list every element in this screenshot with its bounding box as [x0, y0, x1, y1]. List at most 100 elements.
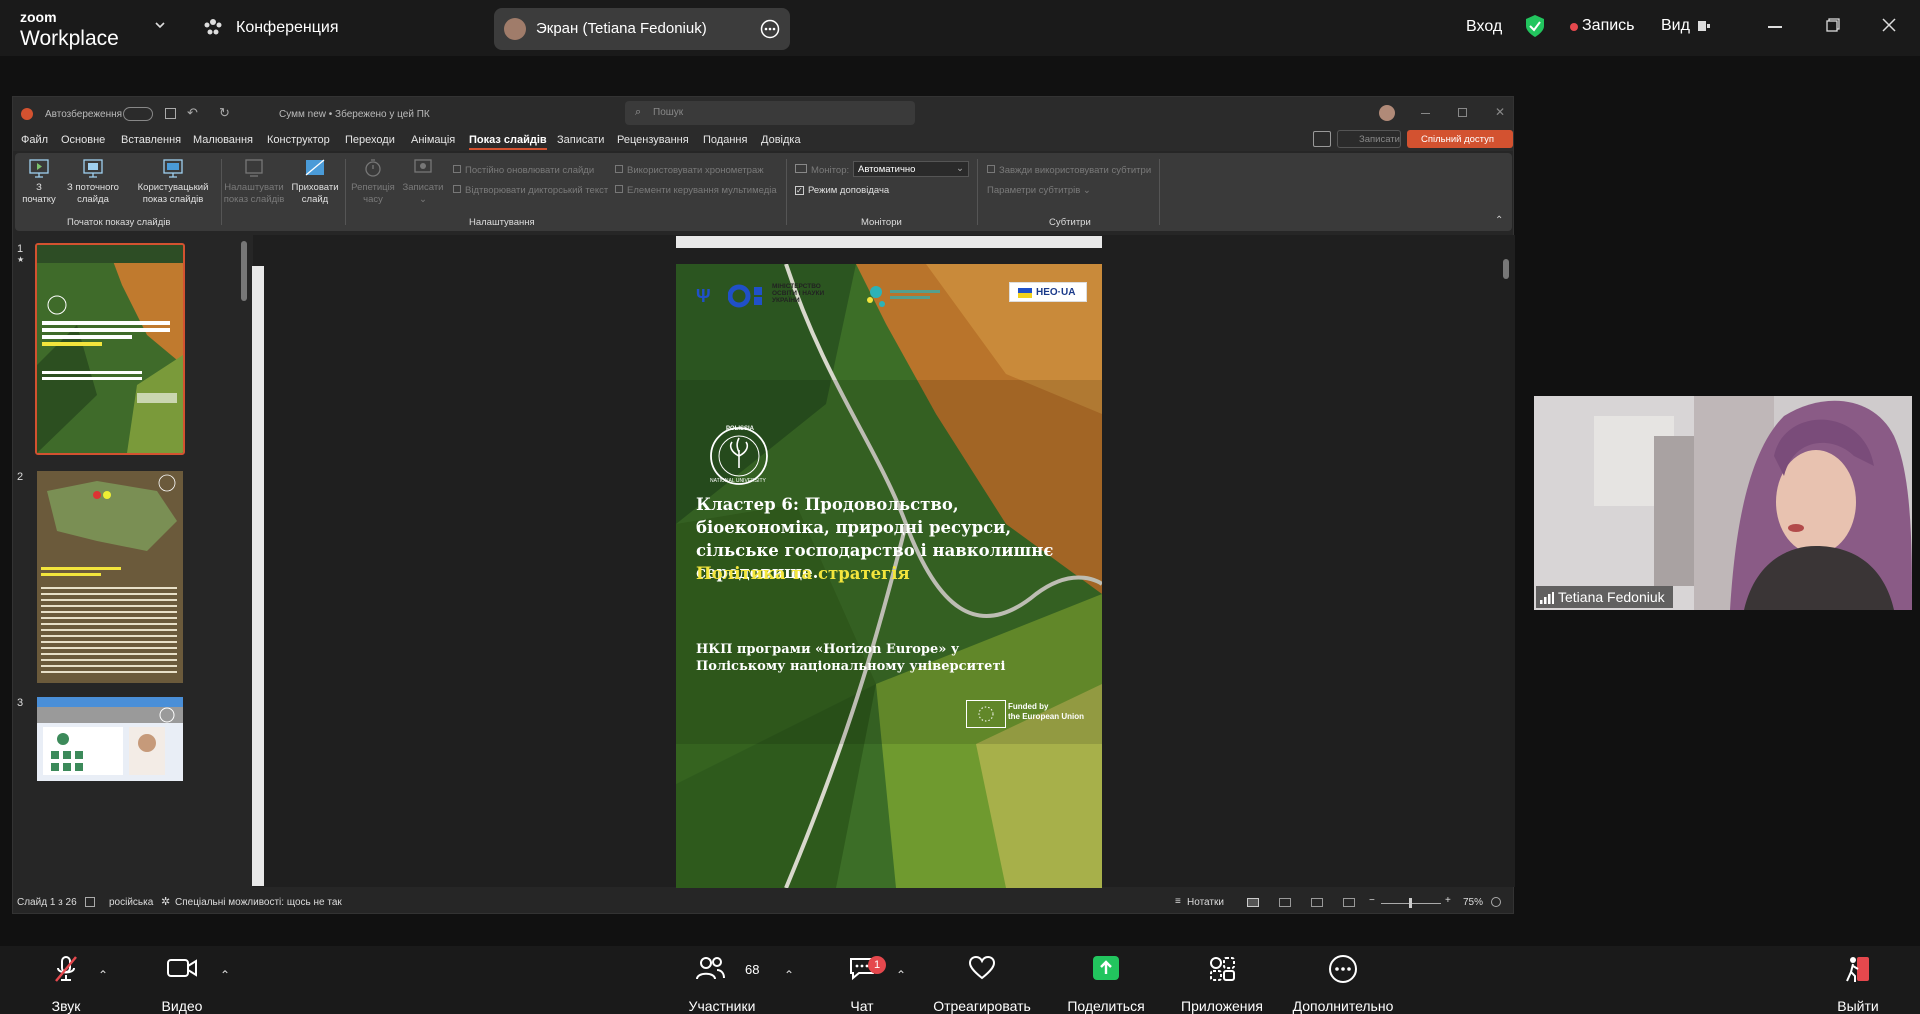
search-icon: ⌕ — [635, 106, 642, 118]
spellcheck-icon[interactable] — [85, 897, 95, 907]
meeting-label[interactable]: Конференция — [236, 19, 339, 37]
zoom-out-button[interactable]: − — [1369, 895, 1375, 906]
ribbon-slideshow: Зпочатку З поточного слайда Користувацьки… — [15, 153, 1512, 231]
screen-share-indicator[interactable]: Экран (Tetiana Fedoniuk) — [494, 8, 790, 50]
university-seal: POLISSIA NATIONAL UNIVERSITY — [710, 426, 768, 485]
react-button[interactable]: Отреагировать — [924, 946, 1040, 1014]
zoom-in-button[interactable]: + — [1445, 895, 1451, 906]
signin-button[interactable]: Вход — [1466, 18, 1502, 36]
notes-button[interactable]: Нотатки — [1187, 897, 1224, 908]
more-options-icon[interactable] — [760, 19, 780, 44]
slide-thumbnail-3[interactable] — [37, 697, 183, 781]
view-button[interactable]: Вид — [1661, 17, 1690, 35]
webcam-image — [1534, 396, 1912, 610]
setup-show-button[interactable]: Налаштувати показ слайдів — [223, 157, 285, 205]
minimize-icon[interactable] — [1768, 26, 1782, 28]
menu-slideshow[interactable]: Показ слайдів — [469, 134, 547, 150]
ppt-minimize-icon[interactable] — [1421, 113, 1430, 114]
save-icon[interactable] — [165, 108, 176, 119]
from-current-button[interactable]: З поточного слайда — [61, 157, 125, 205]
slide-thumbnail-2[interactable] — [37, 471, 183, 683]
slide-thumbnail-1[interactable] — [35, 243, 185, 455]
redo-icon[interactable]: ↻ — [219, 105, 230, 121]
custom-show-button[interactable]: Користувацький показ слайдів — [131, 157, 215, 205]
cb-media-controls[interactable]: Елементи керування мультимедіа — [615, 185, 777, 196]
menu-draw[interactable]: Малювання — [193, 134, 253, 146]
canvas-scrollbar[interactable] — [1503, 259, 1509, 279]
ppt-title-bar: Автозбереження ↶ ↻ Сумм new • Збережено … — [13, 97, 1513, 129]
hide-slide-button[interactable]: Приховати слайд — [291, 157, 339, 205]
account-avatar[interactable] — [1379, 105, 1395, 121]
menu-animations[interactable]: Анімація — [411, 134, 455, 146]
document-title[interactable]: Сумм new • Збережено у цей ПК — [279, 109, 430, 120]
monitor-select[interactable]: Автоматично ⌄ — [853, 161, 969, 177]
audio-button[interactable]: Звук — [36, 946, 96, 1014]
audio-options-chevron[interactable]: ⌃ — [98, 968, 108, 982]
participants-count: 68 — [745, 962, 760, 977]
ppt-close-icon[interactable]: ✕ — [1495, 105, 1505, 119]
share-screen-button[interactable]: Поделиться — [1058, 946, 1154, 1014]
leave-button[interactable]: Выйти — [1832, 946, 1884, 1014]
exit-door-icon — [1846, 957, 1869, 982]
slideshow-view-icon[interactable] — [1343, 898, 1355, 907]
zoom-slider-thumb[interactable] — [1409, 898, 1412, 908]
thumbnail-scrollbar[interactable] — [241, 241, 247, 301]
reading-view-icon[interactable] — [1311, 898, 1323, 907]
comments-icon[interactable] — [1313, 131, 1331, 147]
eu-funding-text: Funded by the European Union — [1008, 702, 1084, 722]
video-button[interactable]: Видео — [150, 946, 214, 1014]
signal-bars-icon — [1540, 591, 1554, 609]
record-icon — [414, 159, 432, 173]
eu-flag-icon — [966, 700, 1006, 728]
fit-slide-icon[interactable] — [1491, 897, 1501, 907]
ukraine-flag-icon — [1018, 288, 1032, 298]
cb-narration[interactable]: Відтворювати дикторський текст — [453, 185, 608, 196]
cb-timings[interactable]: Використовувати хронометраж — [615, 165, 764, 176]
ppt-menu-bar: Файл Основне Вставлення Малювання Констр… — [13, 129, 1513, 151]
more-button[interactable]: Дополнительно — [1286, 946, 1400, 1014]
menu-insert[interactable]: Вставлення — [121, 134, 181, 146]
webcam-video[interactable]: Tetiana Fedoniuk — [1534, 396, 1912, 610]
cb-keep-updated[interactable]: Постійно оновлювати слайди — [453, 165, 594, 176]
record-button[interactable]: Запись — [1582, 17, 1635, 35]
current-slide[interactable]: Ψ МІНІСТЕРСТВО ОСВІТИ І НАУКИ УКРАЇНИ HEO·… — [676, 264, 1102, 888]
apps-button[interactable]: Приложения — [1172, 946, 1272, 1014]
menu-help[interactable]: Довідка — [761, 134, 801, 146]
cb-always-subtitles[interactable]: Завжди використовувати субтитри — [987, 165, 1151, 176]
ppt-maximize-icon[interactable] — [1458, 108, 1467, 117]
from-start-button[interactable]: Зпочатку — [21, 157, 57, 205]
participants-button[interactable]: Участники — [680, 946, 764, 1014]
shield-check-icon[interactable] — [1524, 14, 1546, 43]
powerpoint-logo-icon — [21, 108, 33, 120]
autosave-label: Автозбереження — [45, 109, 123, 120]
meeting-icon[interactable] — [202, 16, 224, 43]
chat-options-chevron[interactable]: ⌃ — [896, 968, 906, 982]
close-icon[interactable] — [1882, 18, 1896, 37]
record-slideshow-button[interactable]: Записати ⌄ — [399, 157, 447, 205]
view-layout-icon[interactable] — [1697, 19, 1711, 38]
menu-design[interactable]: Конструктор — [267, 134, 330, 146]
accessibility-icon: ✲ — [161, 896, 171, 908]
menu-transitions[interactable]: Переходи — [345, 134, 395, 146]
horizontal-ruler — [676, 236, 1102, 248]
menu-record[interactable]: Записати — [557, 134, 604, 146]
subtitle-settings-dropdown[interactable]: Параметри субтитрів ⌄ — [987, 185, 1091, 196]
video-options-chevron[interactable]: ⌃ — [220, 968, 230, 982]
autosave-toggle[interactable] — [123, 107, 153, 121]
search-input[interactable]: ⌕ Пошук — [625, 101, 915, 125]
menu-home[interactable]: Основне — [61, 134, 105, 146]
heo-logo: HEO·UA — [1009, 282, 1087, 302]
restore-icon[interactable] — [1826, 18, 1840, 37]
undo-icon[interactable]: ↶ — [187, 105, 198, 121]
participants-options-chevron[interactable]: ⌃ — [784, 968, 794, 982]
rehearse-timings-button[interactable]: Репетиція часу — [349, 157, 397, 205]
menu-view[interactable]: Подання — [703, 134, 747, 146]
chevron-down-icon[interactable] — [153, 18, 167, 35]
menu-review[interactable]: Рецензування — [617, 134, 689, 146]
menu-file[interactable]: Файл — [21, 134, 48, 146]
cb-presenter-view[interactable]: ✓ Режим доповідача — [795, 185, 889, 196]
normal-view-icon[interactable] — [1247, 898, 1259, 907]
collapse-ribbon-icon[interactable]: ⌃ — [1495, 215, 1503, 226]
slide-sorter-icon[interactable] — [1279, 898, 1291, 907]
more-dots-icon — [1329, 955, 1357, 983]
